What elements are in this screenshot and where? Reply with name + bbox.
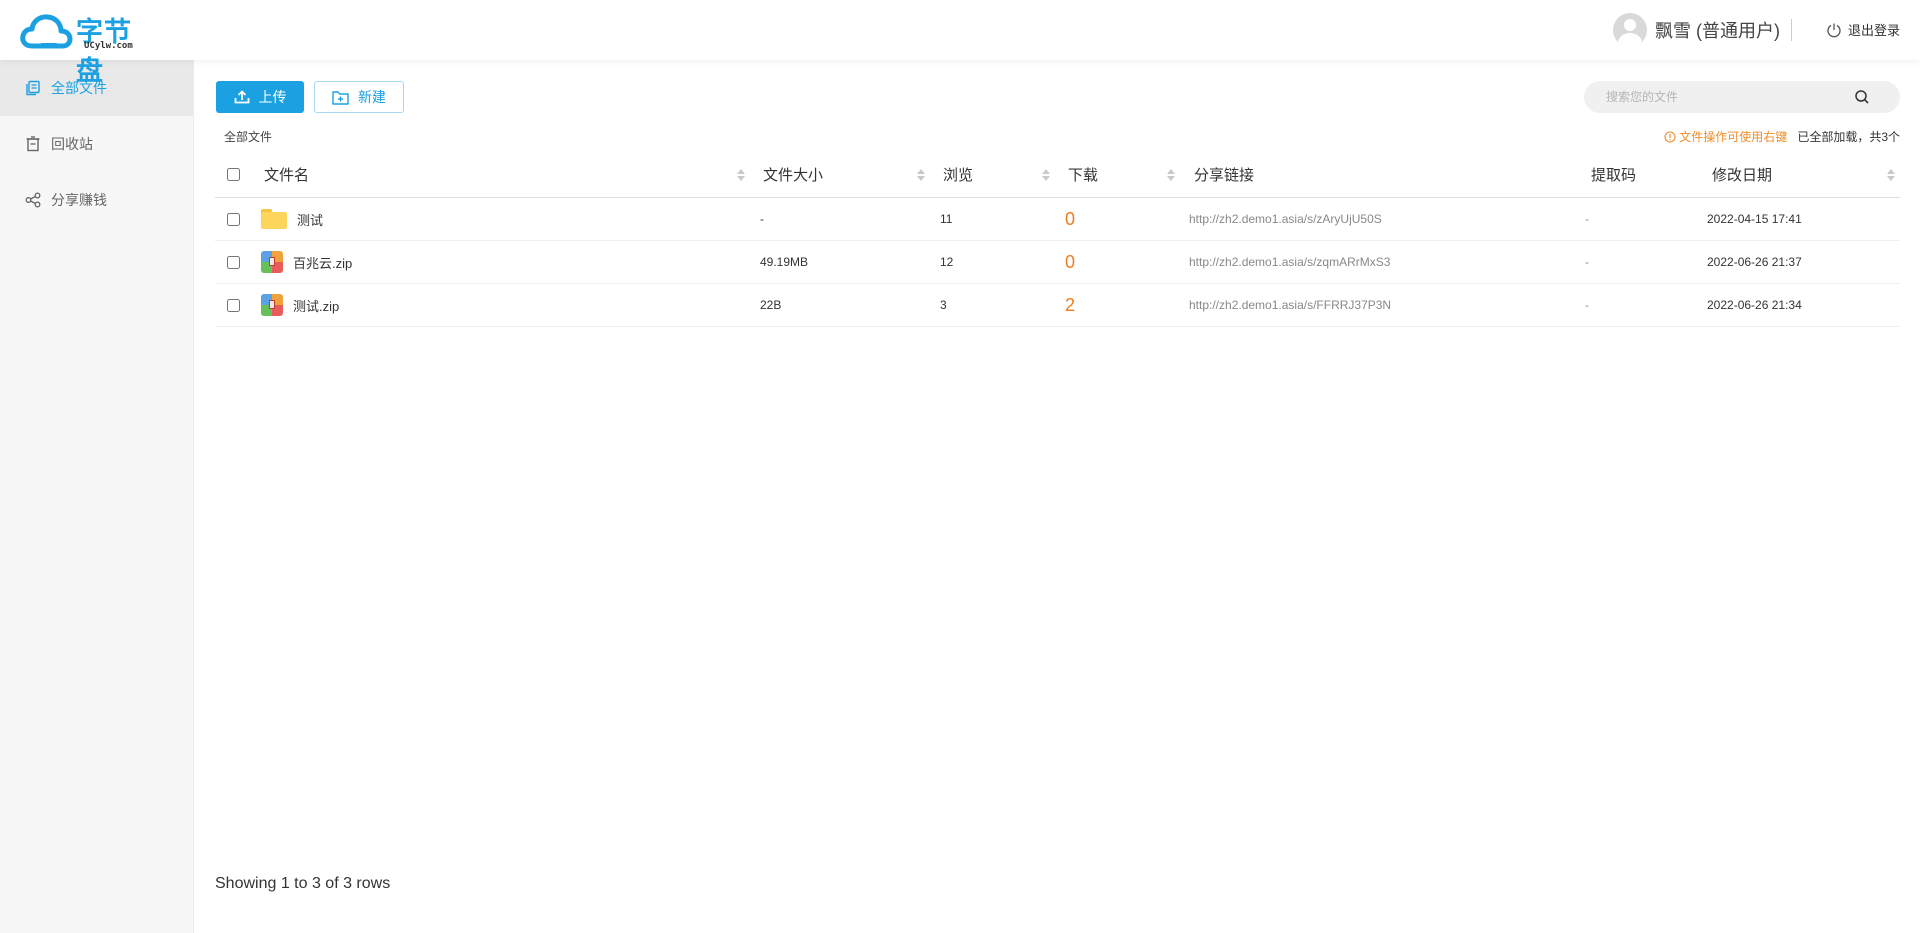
header-divider (1791, 19, 1792, 41)
download-count: 0 (1065, 208, 1076, 229)
file-name[interactable]: 测试.zip (293, 296, 339, 315)
sort-icon[interactable] (1167, 168, 1175, 182)
power-icon (1827, 23, 1841, 37)
share-icon (25, 192, 41, 208)
sidebar-item-label: 回收站 (51, 136, 93, 152)
share-link[interactable]: http://zh2.demo1.asia/s/zAryUjU50S (1189, 198, 1589, 240)
row-select-cell (215, 241, 251, 283)
sidebar-item-share-earn[interactable]: 分享赚钱 (0, 172, 193, 228)
folder-icon (261, 209, 287, 229)
column-label: 修改日期 (1712, 167, 1773, 184)
file-table: 文件名 文件大小 浏览 下载 分享链接 提取码 修改日期 测试 - 11 0 h… (215, 152, 1900, 327)
file-name[interactable]: 测试 (297, 210, 323, 229)
column-label: 提取码 (1591, 167, 1637, 184)
view-count: 12 (940, 255, 954, 269)
top-header: 字节盘 UCylw.com 飘雪 (普通用户) 退出登录 (0, 0, 1920, 87)
logout-button[interactable]: 退出登录 (1826, 20, 1900, 39)
column-label: 分享链接 (1194, 167, 1255, 184)
select-all-cell (215, 152, 251, 197)
column-header-name[interactable]: 文件名 (264, 152, 764, 197)
sidebar-item-label: 分享赚钱 (51, 192, 107, 208)
view-count: 3 (940, 298, 947, 312)
status-bar: 文件操作可使用右键 已全部加载，共3个 (1664, 128, 1900, 145)
file-name-cell[interactable]: 百兆云.zip (261, 241, 761, 283)
sidebar: 全部文件 回收站 分享赚钱 (0, 60, 194, 933)
total-count: 已全部加载，共3个 (1797, 130, 1900, 144)
table-row[interactable]: 百兆云.zip 49.19MB 12 0 http://zh2.demo1.as… (215, 241, 1900, 284)
modified-date: 2022-06-26 21:34 (1707, 298, 1802, 312)
sort-icon[interactable] (1042, 168, 1050, 182)
table-row[interactable]: 测试 - 11 0 http://zh2.demo1.asia/s/zAryUj… (215, 198, 1900, 241)
column-label: 浏览 (943, 167, 974, 184)
download-count: 0 (1065, 251, 1076, 272)
sidebar-item-recycle-bin[interactable]: 回收站 (0, 116, 193, 172)
table-header: 文件名 文件大小 浏览 下载 分享链接 提取码 修改日期 (215, 152, 1900, 198)
column-label: 文件名 (264, 167, 310, 184)
column-header-size[interactable]: 文件大小 (763, 152, 933, 197)
zip-file-icon (261, 251, 283, 273)
new-folder-icon (332, 90, 349, 105)
upload-label: 上传 (258, 89, 287, 105)
file-name-cell[interactable]: 测试.zip (261, 284, 761, 326)
file-size: 49.19MB (760, 255, 809, 269)
sort-icon[interactable] (737, 168, 745, 182)
user-name[interactable]: 飘雪 (普通用户) (1655, 17, 1780, 43)
select-all-checkbox[interactable] (226, 168, 240, 181)
trash-icon (25, 136, 41, 152)
sort-icon[interactable] (1887, 168, 1895, 182)
new-label: 新建 (358, 89, 386, 105)
modified-date: 2022-06-26 21:37 (1707, 255, 1802, 269)
row-select-cell (215, 198, 251, 240)
view-count: 11 (940, 212, 953, 226)
main-content: 上传 新建 全部文件 文件操作可使用右键 已全部加载，共3个 (194, 60, 1920, 933)
breadcrumb[interactable]: 全部文件 (224, 128, 272, 145)
extract-code: - (1585, 298, 1589, 312)
extract-code: - (1585, 212, 1589, 226)
row-checkbox[interactable] (226, 212, 240, 226)
column-header-downloads[interactable]: 下载 (1068, 152, 1178, 197)
column-header-code: 提取码 (1591, 152, 1691, 197)
files-icon (25, 80, 41, 96)
column-header-share-link: 分享链接 (1194, 152, 1594, 197)
search-box (1584, 81, 1900, 113)
avatar[interactable] (1613, 13, 1647, 47)
column-label: 下载 (1068, 167, 1099, 184)
file-size: - (760, 212, 764, 226)
file-size: 22B (760, 298, 782, 312)
logout-label: 退出登录 (1847, 23, 1900, 38)
tip-text: 文件操作可使用右键 (1679, 130, 1788, 144)
row-checkbox[interactable] (226, 255, 240, 269)
modified-date: 2022-04-15 17:41 (1707, 212, 1802, 226)
share-link[interactable]: http://zh2.demo1.asia/s/FFRRJ37P3N (1189, 284, 1589, 326)
file-name-cell[interactable]: 测试 (261, 198, 761, 240)
pagination-info: Showing 1 to 3 of 3 rows (215, 875, 391, 892)
row-select-cell (215, 284, 251, 326)
upload-button[interactable]: 上传 (216, 81, 304, 113)
logo[interactable]: 字节盘 UCylw.com (20, 8, 150, 87)
cloud-logo-icon (20, 14, 73, 49)
search-input[interactable] (1606, 90, 1856, 104)
column-label: 文件大小 (763, 167, 824, 184)
user-info[interactable]: 飘雪 (普通用户) (1613, 12, 1780, 48)
extract-code: - (1585, 255, 1589, 269)
column-header-date[interactable]: 修改日期 (1712, 152, 1902, 197)
download-count: 2 (1065, 294, 1076, 315)
table-row[interactable]: 测试.zip 22B 3 2 http://zh2.demo1.asia/s/F… (215, 284, 1900, 327)
new-button[interactable]: 新建 (314, 81, 404, 113)
file-name[interactable]: 百兆云.zip (293, 253, 352, 272)
upload-icon (234, 90, 249, 104)
row-checkbox[interactable] (226, 298, 240, 312)
search-icon[interactable] (1854, 89, 1870, 105)
sort-icon[interactable] (917, 168, 925, 182)
logo-subtext: UCylw.com (84, 41, 133, 51)
zip-file-icon (261, 294, 283, 316)
info-icon (1664, 130, 1676, 143)
share-link[interactable]: http://zh2.demo1.asia/s/zqmARrMxS3 (1189, 241, 1589, 283)
right-click-tip: 文件操作可使用右键 (1664, 128, 1787, 145)
